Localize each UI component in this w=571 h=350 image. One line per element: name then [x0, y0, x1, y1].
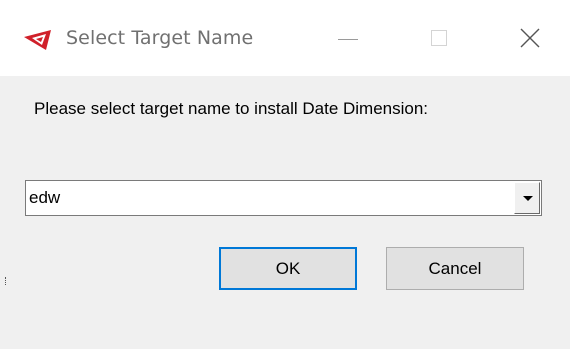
maximize-icon	[431, 30, 447, 46]
maximize-button	[416, 20, 462, 60]
minimize-button[interactable]	[323, 20, 369, 60]
minimize-icon	[338, 39, 358, 40]
select-target-name-dialog: Select Target Name Please select target …	[0, 0, 570, 349]
dialog-body: Please select target name to install Dat…	[0, 76, 570, 349]
dropdown-arrow-icon	[523, 196, 533, 201]
target-name-value: edw	[29, 188, 61, 207]
target-name-select[interactable]: edw	[25, 180, 542, 216]
close-button[interactable]	[507, 20, 553, 60]
cancel-button[interactable]: Cancel	[386, 247, 524, 290]
title-bar[interactable]: Select Target Name	[0, 0, 570, 76]
resize-grip[interactable]	[5, 277, 8, 285]
prompt-label: Please select target name to install Dat…	[34, 99, 429, 118]
dropdown-button[interactable]	[514, 182, 540, 214]
app-logo-icon	[22, 28, 54, 52]
ok-button[interactable]: OK	[219, 247, 357, 290]
close-icon	[520, 28, 540, 48]
window-title: Select Target Name	[66, 27, 254, 49]
